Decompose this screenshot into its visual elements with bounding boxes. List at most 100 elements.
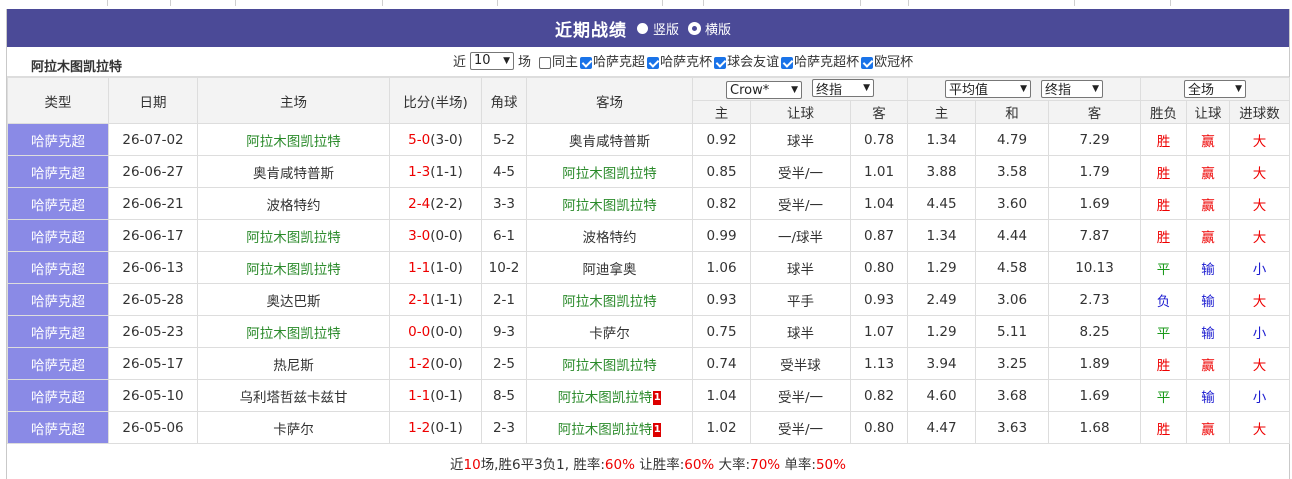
- radio-off-icon: [636, 22, 648, 34]
- handicap-away-odds: 0.93: [849, 283, 909, 316]
- filter-checkbox-label: 球会友谊: [727, 55, 780, 70]
- match-type[interactable]: 哈萨克超: [7, 379, 109, 412]
- filter-checkbox-label: 同主: [552, 55, 579, 70]
- away-team[interactable]: 阿迪拿奥: [526, 251, 693, 284]
- match-score[interactable]: 2-4(2-2): [389, 187, 482, 220]
- away-team[interactable]: 阿拉木图凯拉特 1: [526, 411, 693, 444]
- result: 胜: [1140, 347, 1188, 380]
- summary-ah-rate: 60%: [684, 457, 715, 473]
- home-team[interactable]: 阿拉木图凯拉特: [197, 251, 390, 284]
- corner-count: 10-2: [481, 251, 527, 284]
- over-under-result: 小: [1229, 315, 1291, 348]
- match-rows: 哈萨克超 26-07-02 阿拉木图凯拉特 5-0(3-0) 5-2 奥肯咸特普斯 0.92…: [7, 123, 1291, 444]
- home-team[interactable]: 阿拉木图凯拉特: [197, 219, 390, 252]
- filter-checkbox-5[interactable]: 欧冠杯: [859, 55, 913, 70]
- average-select[interactable]: 平均值 ▼: [945, 79, 1032, 98]
- handicap-home-odds: 0.75: [692, 315, 751, 348]
- home-team[interactable]: 奥达巴斯: [197, 283, 390, 316]
- table-row: 哈萨克超 26-05-10 乌利塔哲兹卡兹甘 1-1(0-1) 8-5 阿拉木图凯拉特 1 1…: [7, 379, 1291, 412]
- away-team[interactable]: 阿拉木图凯拉特: [526, 347, 693, 380]
- filter-checkbox-0[interactable]: 同主: [537, 55, 578, 70]
- away-team[interactable]: 阿拉木图凯拉特: [526, 155, 693, 188]
- col-h-line: 让球: [750, 100, 851, 124]
- match-score[interactable]: 0-0(0-0): [389, 315, 482, 348]
- half-score: (1-0): [430, 259, 463, 276]
- match-type[interactable]: 哈萨克超: [7, 411, 109, 444]
- filter-checkbox-2[interactable]: 哈萨克杯: [645, 55, 712, 70]
- result: 胜: [1140, 123, 1188, 156]
- half-score: (0-1): [430, 387, 463, 404]
- handicap-type-value: 终指: [816, 82, 843, 98]
- scope-select[interactable]: 全场 ▼: [1184, 79, 1247, 98]
- match-score[interactable]: 1-1(1-0): [389, 251, 482, 284]
- match-score[interactable]: 2-1(1-1): [389, 283, 482, 316]
- count-select-value: 10: [474, 53, 491, 68]
- filter-checkbox-3[interactable]: 球会友谊: [712, 55, 779, 70]
- away-team[interactable]: 波格特约: [526, 219, 693, 252]
- handicap-home-odds: 0.85: [692, 155, 751, 188]
- match-date: 26-05-10: [108, 379, 198, 412]
- result: 平: [1140, 379, 1188, 412]
- corner-count: 9-3: [481, 315, 527, 348]
- odds-home: 3.94: [907, 347, 977, 380]
- match-score[interactable]: 1-3(1-1): [389, 155, 482, 188]
- match-type[interactable]: 哈萨克超: [7, 155, 109, 188]
- handicap-home-odds: 0.82: [692, 187, 751, 220]
- home-team[interactable]: 卡萨尔: [197, 411, 390, 444]
- away-team[interactable]: 阿拉木图凯拉特 1: [526, 379, 693, 412]
- home-team[interactable]: 热尼斯: [197, 347, 390, 380]
- match-score[interactable]: 5-0(3-0): [389, 123, 482, 156]
- col-ah-result: 让球: [1186, 100, 1231, 124]
- count-select[interactable]: 10 ▼: [470, 51, 515, 70]
- match-score[interactable]: 1-1(0-1): [389, 379, 482, 412]
- full-score: 0-0: [408, 323, 431, 340]
- match-score[interactable]: 1-2(0-1): [389, 411, 482, 444]
- match-date: 26-05-06: [108, 411, 198, 444]
- away-team[interactable]: 奥肯咸特普斯: [526, 123, 693, 156]
- corner-count: 8-5: [481, 379, 527, 412]
- match-type[interactable]: 哈萨克超: [7, 219, 109, 252]
- filter-checkbox-1[interactable]: 哈萨克超: [578, 55, 645, 70]
- home-team[interactable]: 阿拉木图凯拉特: [197, 123, 390, 156]
- handicap-result: 输: [1186, 379, 1231, 412]
- away-team-name: 阿拉木图凯拉特: [562, 293, 657, 310]
- match-type[interactable]: 哈萨克超: [7, 283, 109, 316]
- match-type[interactable]: 哈萨克超: [7, 315, 109, 348]
- match-score[interactable]: 3-0(0-0): [389, 219, 482, 252]
- corner-count: 6-1: [481, 219, 527, 252]
- odds-draw: 5.11: [975, 315, 1050, 348]
- match-score[interactable]: 1-2(0-0): [389, 347, 482, 380]
- over-under-result: 大: [1229, 283, 1291, 316]
- match-date: 26-06-13: [108, 251, 198, 284]
- away-team[interactable]: 阿拉木图凯拉特: [526, 187, 693, 220]
- home-team[interactable]: 乌利塔哲兹卡兹甘: [197, 379, 390, 412]
- away-team[interactable]: 阿拉木图凯拉特: [526, 283, 693, 316]
- match-type[interactable]: 哈萨克超: [7, 347, 109, 380]
- radio-horizontal[interactable]: 横版: [689, 19, 731, 38]
- odds-type-select[interactable]: 终指 ▼: [1041, 79, 1104, 98]
- result: 胜: [1140, 187, 1188, 220]
- col-score: 比分(半场): [389, 77, 482, 124]
- handicap-home-odds: 0.92: [692, 123, 751, 156]
- match-type[interactable]: 哈萨克超: [7, 251, 109, 284]
- handicap-home-odds: 0.93: [692, 283, 751, 316]
- filter-checkbox-4[interactable]: 哈萨克超杯: [779, 55, 859, 70]
- match-type[interactable]: 哈萨克超: [7, 123, 109, 156]
- match-date: 26-05-28: [108, 283, 198, 316]
- match-type[interactable]: 哈萨克超: [7, 187, 109, 220]
- handicap-away-odds: 0.87: [849, 219, 909, 252]
- col-away: 客场: [526, 77, 693, 124]
- half-score: (2-2): [430, 195, 463, 212]
- company-select[interactable]: Crow* ▼: [726, 81, 803, 99]
- away-team[interactable]: 卡萨尔: [526, 315, 693, 348]
- table-row: 哈萨克超 26-06-17 阿拉木图凯拉特 3-0(0-0) 6-1 波格特约 0.99 一/…: [7, 219, 1291, 252]
- away-team-name: 阿拉木图凯拉特: [562, 357, 657, 374]
- half-score: (0-0): [430, 227, 463, 244]
- col-o-draw: 和: [975, 100, 1050, 124]
- handicap-line: 受半球: [750, 347, 851, 380]
- radio-vertical[interactable]: 竖版: [636, 19, 679, 38]
- home-team[interactable]: 阿拉木图凯拉特: [197, 315, 390, 348]
- handicap-type-select[interactable]: 终指 ▼: [812, 79, 875, 98]
- home-team[interactable]: 波格特约: [197, 187, 390, 220]
- home-team[interactable]: 奥肯咸特普斯: [197, 155, 390, 188]
